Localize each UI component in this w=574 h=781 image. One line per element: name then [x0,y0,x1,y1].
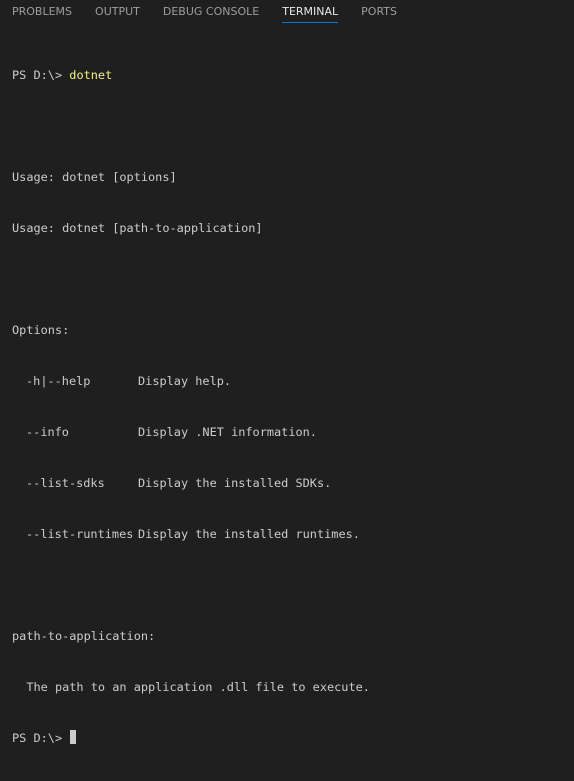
usage-line-2: Usage: dotnet [path-to-application] [12,221,263,235]
final-prompt-line: PS D:\> [12,730,574,747]
command-text: dotnet [69,68,113,82]
option-description: Display the installed runtimes. [138,527,360,541]
option-flag: --list-runtimes [26,527,134,541]
terminal-cursor [70,730,77,744]
tab-ports[interactable]: PORTS [361,0,397,22]
panel-tab-bar: PROBLEMS OUTPUT DEBUG CONSOLE TERMINAL P… [0,0,574,26]
final-prompt-text: PS D:\> [12,731,70,745]
tab-problems[interactable]: PROBLEMS [12,0,72,22]
option-row: --list-runtimes Display the installed run… [12,526,574,543]
terminal-output[interactable]: PS D:\> dotnet Usage: dotnet [options] U… [12,33,574,745]
option-flag: --info [26,425,69,439]
tab-terminal[interactable]: TERMINAL [282,0,339,23]
command-line: PS D:\> dotnet [12,67,574,84]
option-row: --list-sdks Display the installed SDKs. [12,475,574,492]
usage-line-1: Usage: dotnet [options] [12,170,177,184]
option-description: Display help. [138,374,232,388]
path-description: The path to an application .dll file to … [12,680,370,694]
tab-debug-console[interactable]: DEBUG CONSOLE [163,0,259,22]
prompt-text: PS D:\> [12,68,70,82]
option-row: --info Display .NET information. [12,424,574,441]
option-description: Display .NET information. [138,425,317,439]
option-flag: -h|--help [26,374,91,388]
options-header: Options: [12,323,70,337]
tab-output[interactable]: OUTPUT [95,0,140,22]
path-header: path-to-application: [12,629,156,643]
terminal-panel: PROBLEMS OUTPUT DEBUG CONSOLE TERMINAL P… [0,0,574,745]
option-row: -h|--help Display help. [12,373,574,390]
option-flag: --list-sdks [26,476,105,490]
option-description: Display the installed SDKs. [138,476,332,490]
